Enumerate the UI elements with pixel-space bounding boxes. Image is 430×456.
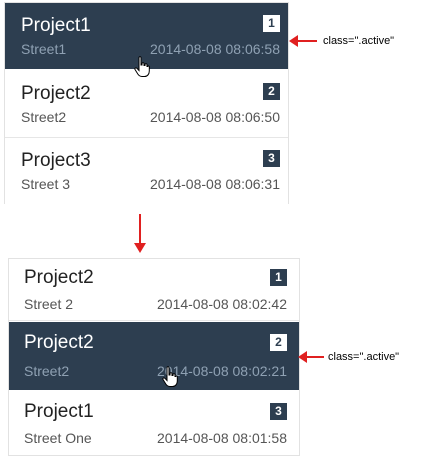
active-class-note: class=".active"	[323, 35, 395, 47]
item-date: 2014-08-08 08:06:58	[150, 41, 280, 57]
rank-badge: 3	[263, 150, 280, 167]
item-date: 2014-08-08 08:01:58	[157, 430, 287, 446]
active-class-note: class=".active"	[328, 351, 400, 363]
list-item[interactable]: Project2 2 Street2 2014-08-08 08:06:50	[5, 71, 288, 138]
hand-pointer-icon	[162, 366, 178, 387]
item-date: 2014-08-08 08:02:42	[157, 296, 287, 312]
item-street: Street2	[24, 363, 70, 379]
list-item[interactable]: Project1 3 Street One 2014-08-08 08:01:5…	[9, 393, 299, 455]
item-title: Project3	[21, 150, 91, 171]
item-street: Street2	[21, 109, 67, 125]
item-title: Project1	[24, 401, 94, 422]
arrow-left-icon	[289, 35, 317, 47]
hand-pointer-icon	[134, 56, 150, 77]
project-list-after: Project2 1 Street 2 2014-08-08 08:02:42 …	[8, 258, 300, 456]
item-title: Project2	[21, 83, 91, 104]
item-street: Street 2	[24, 296, 74, 312]
item-title: Project2	[24, 267, 94, 288]
item-street: Street1	[21, 41, 67, 57]
item-title: Project2	[24, 332, 94, 353]
item-date: 2014-08-08 08:06:50	[150, 109, 280, 125]
item-date: 2014-08-08 08:06:31	[150, 176, 280, 192]
rank-badge: 2	[263, 83, 280, 100]
item-title: Project1	[21, 15, 91, 36]
list-item[interactable]: Project2 1 Street 2 2014-08-08 08:02:42	[9, 259, 299, 321]
rank-badge: 2	[270, 334, 287, 351]
rank-badge: 3	[270, 403, 287, 420]
item-street: Street 3	[21, 176, 71, 192]
arrow-left-icon	[298, 351, 324, 363]
item-street: Street One	[24, 430, 92, 446]
project-list-before: Project1 1 Street1 2014-08-08 08:06:58 P…	[4, 2, 289, 205]
list-item[interactable]: Project3 3 Street 3 2014-08-08 08:06:31	[5, 138, 288, 205]
rank-badge: 1	[263, 15, 280, 32]
arrow-down-icon	[134, 214, 146, 253]
list-item[interactable]: Project2 2 Street2 2014-08-08 08:02:21	[9, 322, 299, 390]
rank-badge: 1	[270, 269, 287, 286]
